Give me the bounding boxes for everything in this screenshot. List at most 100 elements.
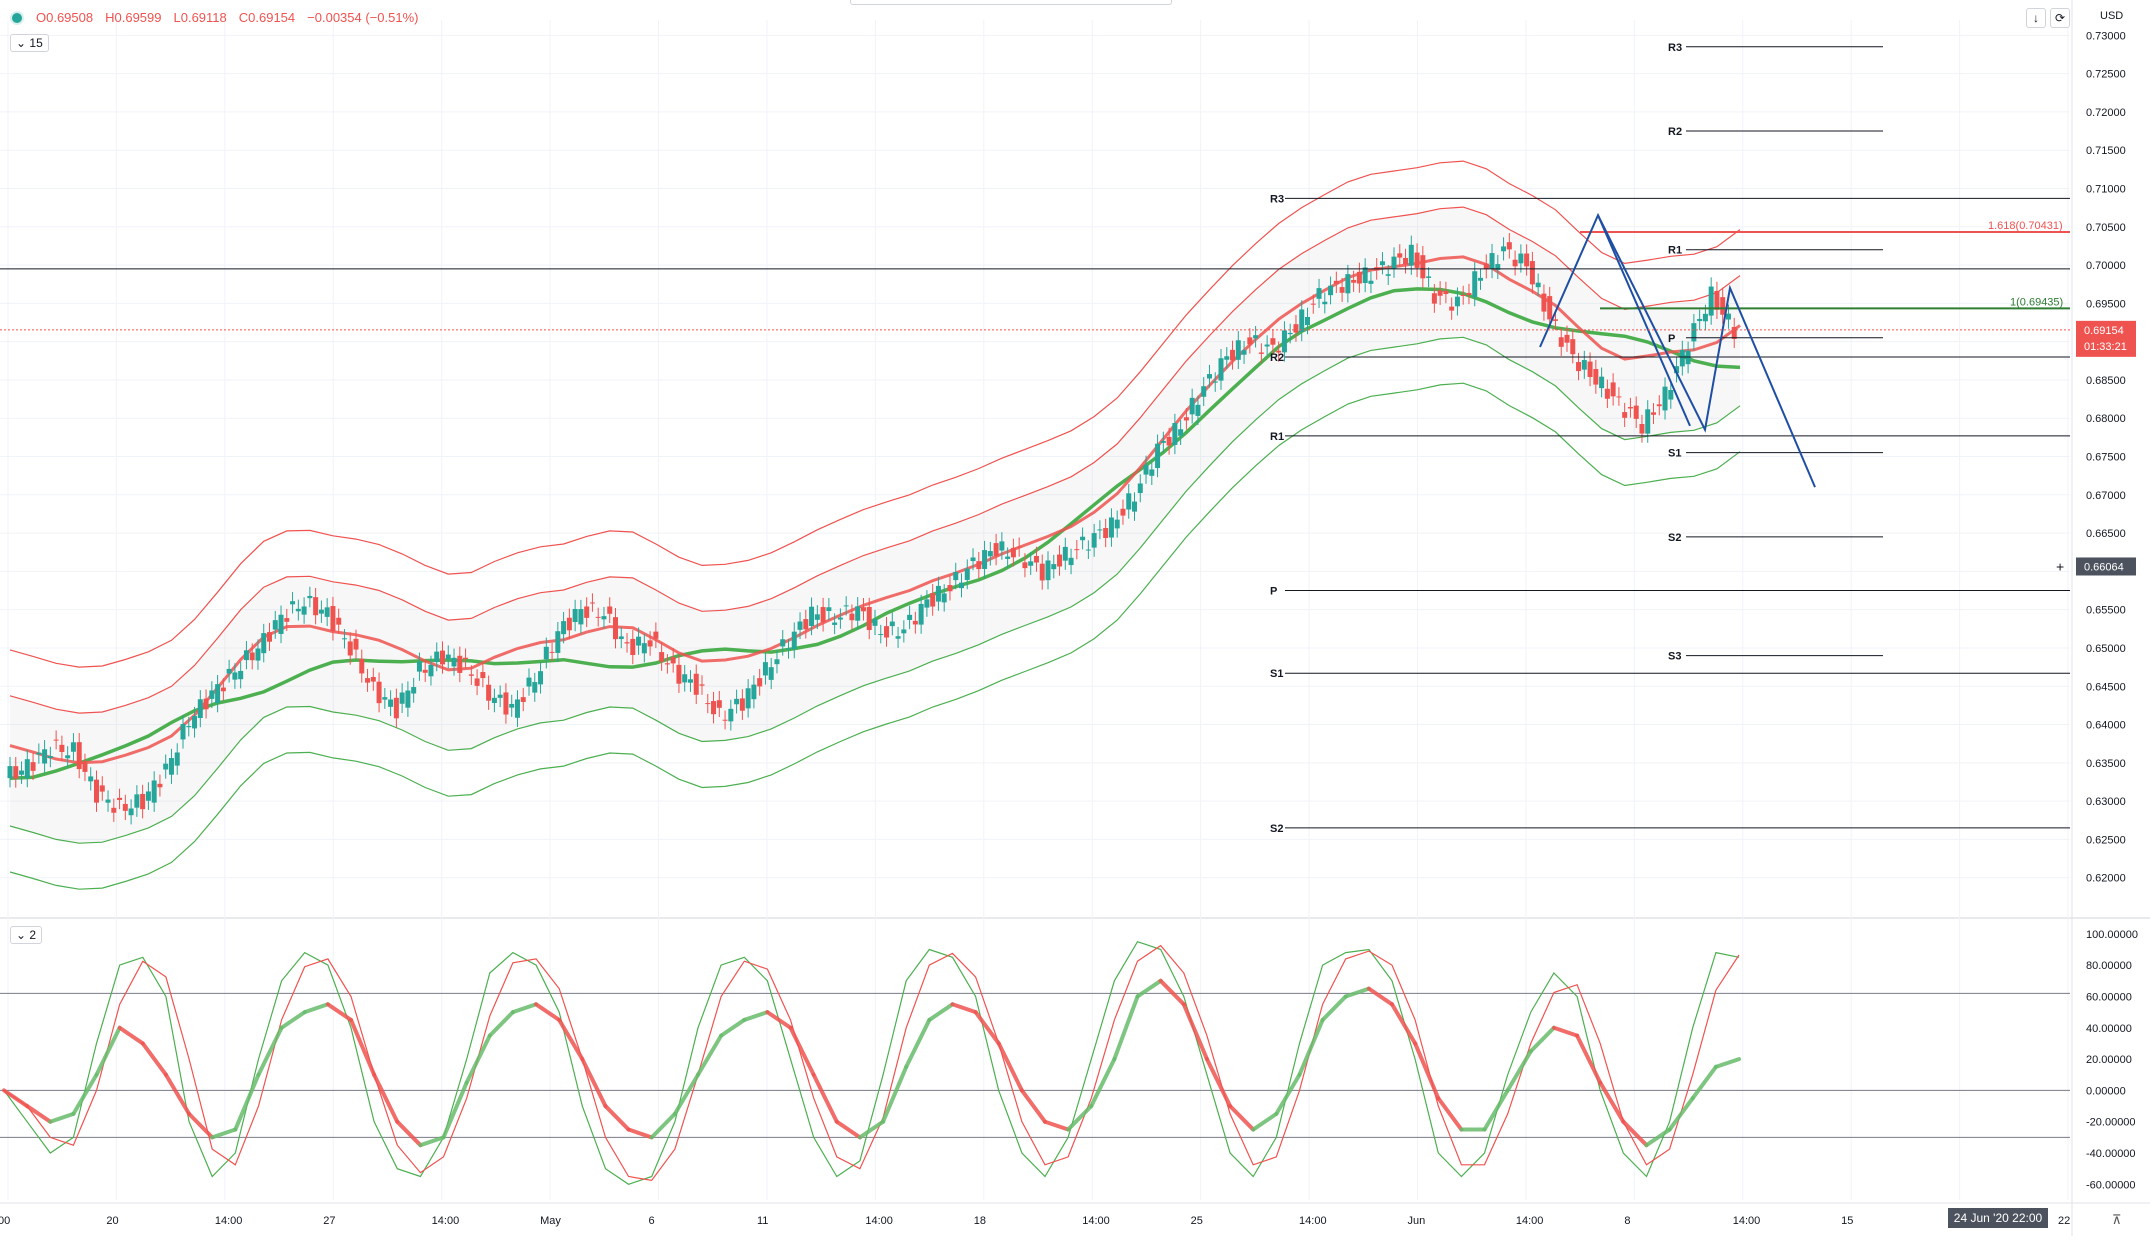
candle-body bbox=[1501, 246, 1507, 252]
osc-histogram-line bbox=[325, 1002, 353, 1022]
candle-body bbox=[1426, 276, 1432, 278]
candle-body bbox=[993, 543, 999, 556]
candle-body bbox=[503, 692, 509, 715]
osc-tick-label: 100.00000 bbox=[2086, 929, 2138, 941]
candle-body bbox=[1627, 407, 1633, 409]
candle-body bbox=[105, 799, 111, 803]
candle-body bbox=[486, 684, 492, 701]
candle-body bbox=[468, 674, 474, 676]
candle-body bbox=[935, 585, 941, 602]
candle-body bbox=[1668, 390, 1674, 400]
candle-body bbox=[88, 776, 94, 782]
candle-body bbox=[1460, 294, 1466, 296]
candle-body bbox=[959, 582, 964, 589]
candle-body bbox=[1697, 318, 1703, 322]
candle-body bbox=[1622, 412, 1628, 418]
candle-body bbox=[555, 631, 561, 653]
candle-body bbox=[1218, 358, 1224, 381]
candle-body bbox=[970, 557, 976, 562]
time-highlight: 24 Jun '20 22:00 bbox=[1948, 1208, 2048, 1228]
candle-body bbox=[376, 681, 382, 704]
osc-histogram-line bbox=[1621, 1119, 1649, 1148]
candle-body bbox=[145, 791, 151, 801]
chart-canvas[interactable]: 0.73000 0.72500 0.72000 0.71500 0.71000 0.705… bbox=[0, 0, 2150, 1236]
candle-body bbox=[434, 651, 440, 663]
candle-body bbox=[428, 664, 434, 677]
time-tick-label: 25 bbox=[1191, 1215, 1203, 1227]
candle-body bbox=[168, 758, 174, 775]
price-tick-label: 0.64500 bbox=[2086, 681, 2126, 693]
candle-body bbox=[220, 687, 226, 692]
timeframe-value: 15 bbox=[29, 36, 43, 50]
candle-body bbox=[1235, 340, 1241, 360]
candle-body bbox=[618, 636, 624, 640]
osc-histogram-line bbox=[279, 1010, 307, 1030]
time-tick-label: 14:00 bbox=[1082, 1215, 1110, 1227]
candle-body bbox=[716, 700, 722, 708]
candle-body bbox=[1478, 277, 1483, 281]
oscillator-chip[interactable]: ⌄ 2 bbox=[10, 926, 43, 944]
candle-body bbox=[1576, 362, 1582, 372]
candle-body bbox=[872, 619, 878, 626]
candle-body bbox=[762, 662, 768, 676]
candle-body bbox=[117, 797, 123, 800]
candle-body bbox=[347, 641, 353, 656]
price-tick-label: 0.63000 bbox=[2086, 796, 2126, 808]
download-icon[interactable]: ↓ bbox=[2026, 8, 2046, 28]
candle-body bbox=[734, 698, 740, 705]
price-tick-label: 0.65500 bbox=[2086, 605, 2126, 617]
candle-body bbox=[1074, 549, 1080, 551]
candle-body bbox=[290, 601, 296, 605]
timeframe-chip[interactable]: ⌄ 15 bbox=[10, 34, 49, 52]
axis-settings-icon[interactable]: ⊼ bbox=[2112, 1212, 2122, 1228]
candle-body bbox=[1437, 290, 1443, 296]
candle-body bbox=[745, 688, 751, 709]
candle-body bbox=[1299, 309, 1305, 333]
candle-body bbox=[313, 597, 319, 616]
osc-histogram-line bbox=[1390, 1002, 1418, 1046]
legend-change: −0.00354 (−0.51%) bbox=[307, 10, 419, 25]
candle-body bbox=[1322, 301, 1328, 305]
candle-body bbox=[832, 622, 838, 625]
refresh-icon[interactable]: ⟳ bbox=[2050, 8, 2070, 28]
candle-body bbox=[1328, 285, 1334, 296]
candle-body bbox=[128, 808, 134, 816]
osc-histogram-line bbox=[719, 1017, 747, 1038]
price-tick-label: 0.62500 bbox=[2086, 834, 2126, 846]
candle-body bbox=[1247, 337, 1253, 345]
osc-tick-label: 0.00000 bbox=[2086, 1085, 2126, 1097]
candle-body bbox=[1345, 274, 1351, 294]
candle-body bbox=[607, 606, 613, 614]
candle-body bbox=[1645, 409, 1651, 434]
candle-body bbox=[561, 621, 567, 635]
time-tick-label: 14:00 bbox=[1299, 1215, 1327, 1227]
osc-histogram-line bbox=[1228, 1104, 1256, 1132]
osc-histogram-line bbox=[649, 1111, 677, 1140]
candle-body bbox=[1316, 288, 1322, 299]
top-toolbar-handle[interactable] bbox=[850, 0, 1172, 5]
osc-histogram-line bbox=[233, 1072, 261, 1132]
pivot-label-right: S3 bbox=[1668, 651, 1681, 663]
candle-body bbox=[1230, 349, 1236, 361]
candle-body bbox=[843, 605, 849, 607]
price-tick-label: 0.70500 bbox=[2086, 222, 2126, 234]
candle-body bbox=[1616, 396, 1622, 398]
candle-body bbox=[1033, 555, 1039, 563]
candle-body bbox=[1541, 293, 1547, 312]
candle-body bbox=[157, 783, 163, 788]
time-tick-label: 8 bbox=[1624, 1215, 1630, 1227]
osc-histogram-line bbox=[927, 1002, 955, 1022]
candle-body bbox=[416, 661, 422, 672]
candle-body bbox=[1385, 274, 1391, 276]
time-tick-label: 11 bbox=[757, 1215, 768, 1227]
candle-body bbox=[336, 617, 342, 625]
candle-body bbox=[1270, 338, 1276, 345]
candle-body bbox=[1535, 282, 1541, 288]
candle-body bbox=[1224, 356, 1230, 360]
candle-body bbox=[1483, 263, 1489, 270]
osc-histogram-line bbox=[1366, 986, 1394, 1007]
candle-body bbox=[1028, 561, 1034, 566]
candle-body bbox=[255, 648, 261, 661]
candle-body bbox=[359, 658, 365, 674]
candle-body bbox=[1449, 306, 1455, 311]
